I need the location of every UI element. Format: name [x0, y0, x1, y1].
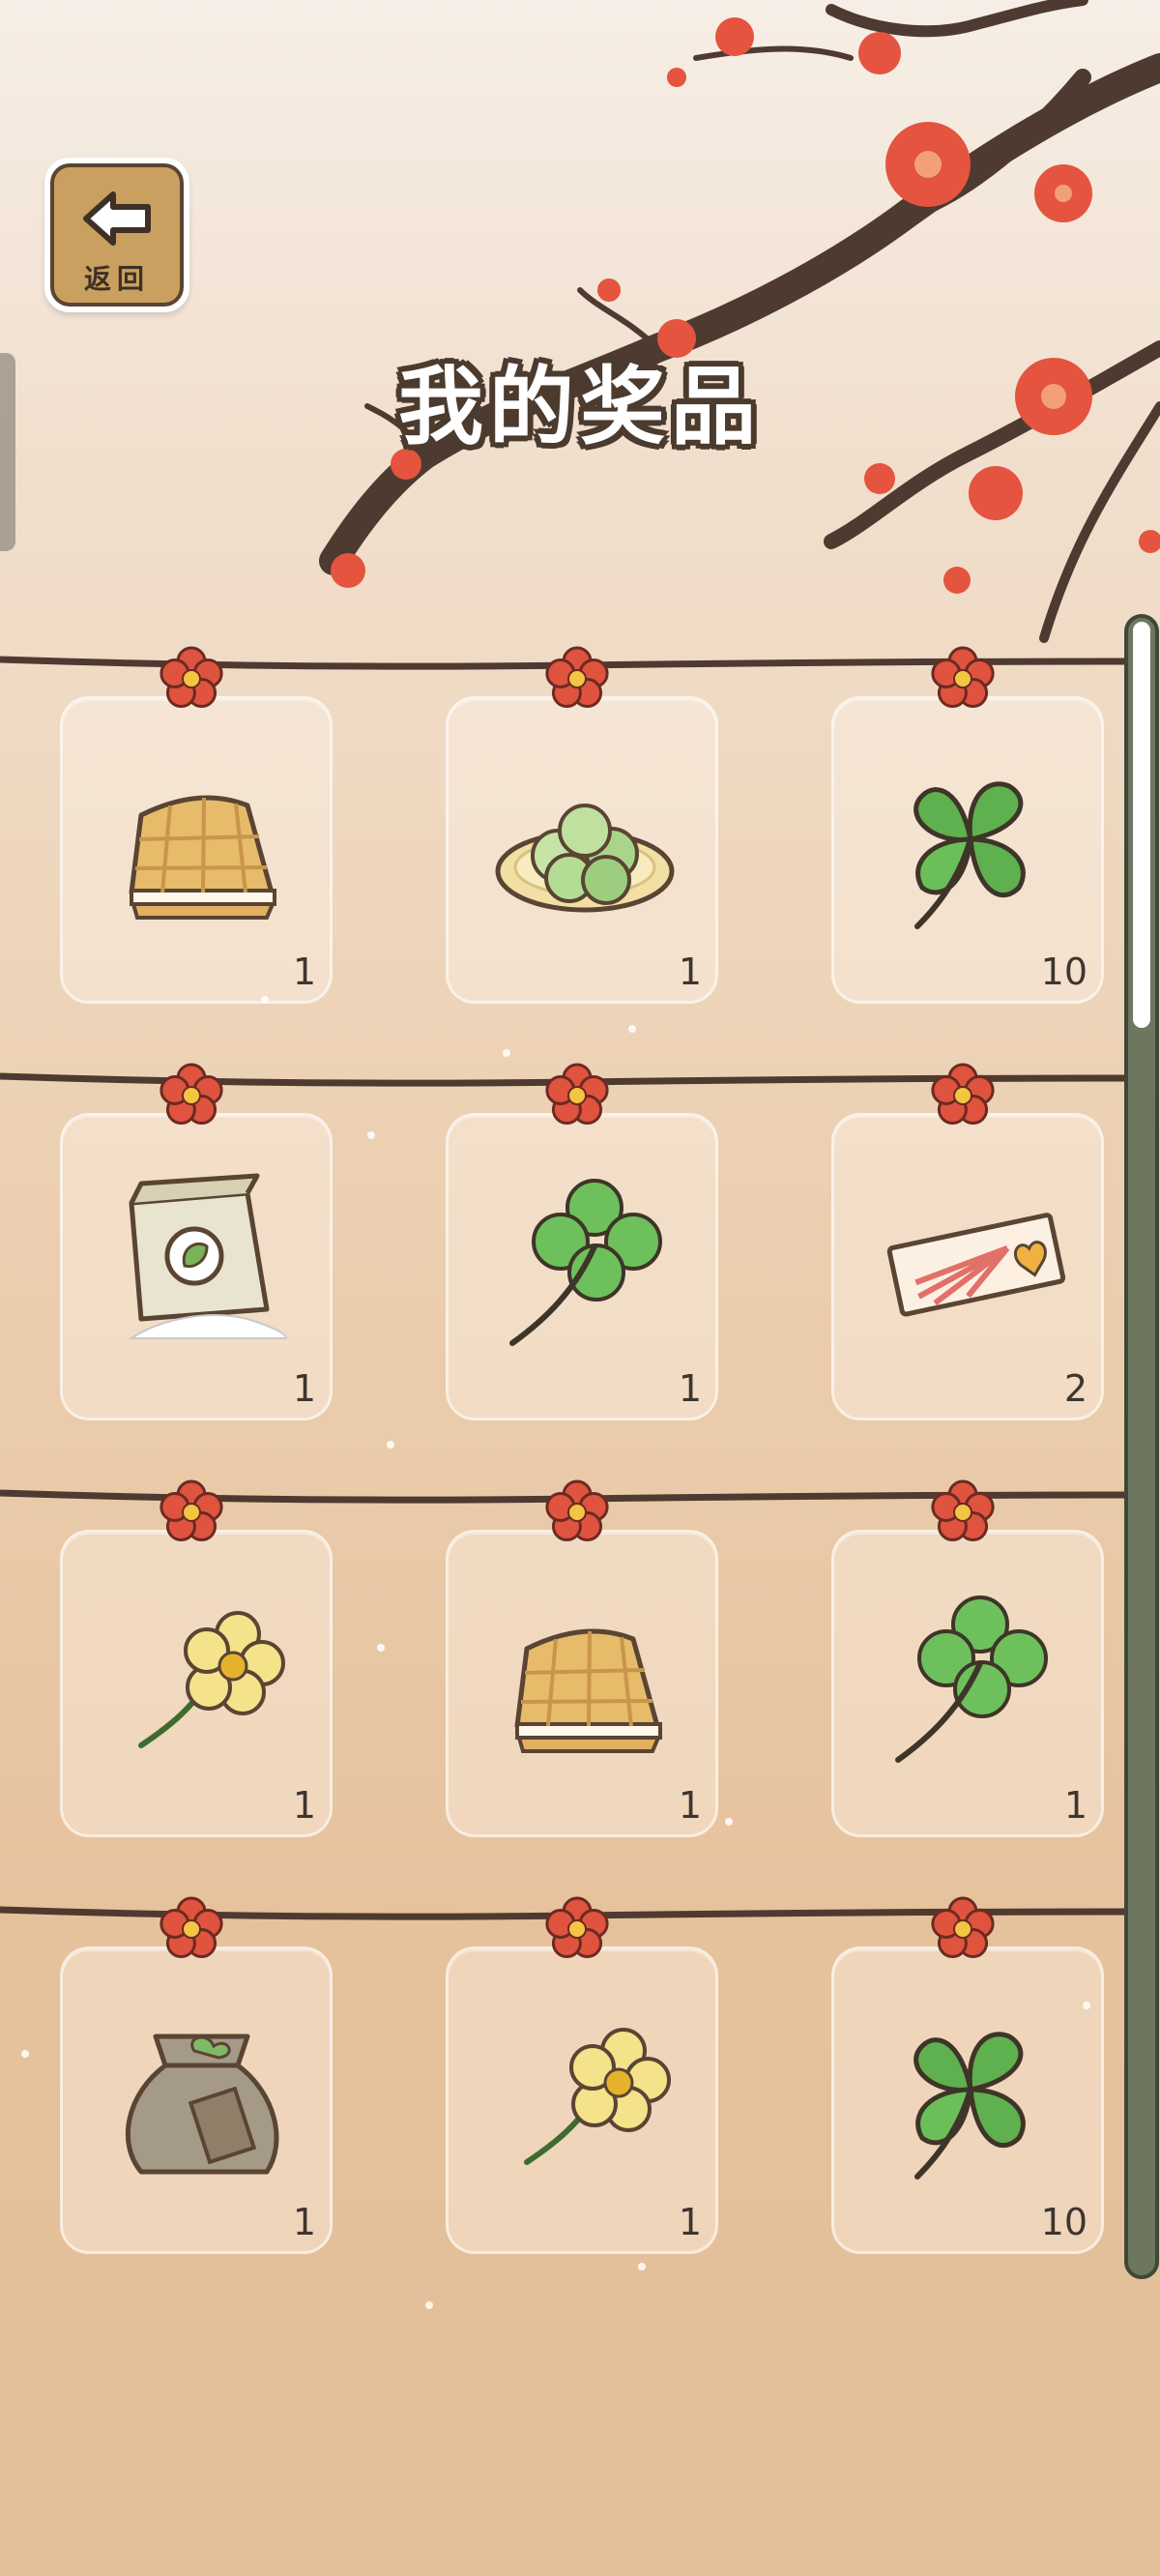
yellow-flower-icon	[138, 1611, 285, 1748]
snow-particle	[21, 2050, 29, 2058]
three-leaf-clover-icon	[914, 781, 1026, 929]
item-count: 1	[292, 1367, 316, 1410]
yellow-flower-icon	[524, 2028, 671, 2165]
blossom-clip-icon	[931, 1063, 995, 1126]
item-card[interactable]: 2	[831, 1113, 1104, 1420]
item-card[interactable]: 10	[831, 1947, 1104, 2254]
blossom-clip-icon	[160, 1896, 223, 1959]
item-count: 1	[292, 1784, 316, 1827]
dumplings-plate-icon	[495, 804, 675, 913]
item-count: 1	[678, 951, 702, 993]
blossom-clip-icon	[931, 646, 995, 709]
item-count: 10	[1040, 2201, 1088, 2243]
three-leaf-clover-icon	[914, 2032, 1026, 2180]
item-card[interactable]: 1	[60, 1947, 333, 2254]
blossom-clip-icon	[545, 646, 609, 709]
item-card[interactable]: 1	[446, 1113, 718, 1420]
item-card[interactable]: 1	[60, 1113, 333, 1420]
item-count: 1	[678, 2201, 702, 2243]
blossom-clip-icon	[545, 1479, 609, 1542]
snow-particle	[725, 1818, 733, 1826]
blossom-clip-icon	[545, 1063, 609, 1126]
item-count: 1	[678, 1784, 702, 1827]
blossom-clip-icon	[545, 1896, 609, 1959]
back-button-label: 返回	[83, 263, 150, 295]
snow-particle	[628, 1025, 636, 1033]
snow-particle	[503, 1049, 510, 1057]
snow-particle	[377, 1644, 385, 1652]
scrollbar-thumb[interactable]	[1133, 622, 1150, 1028]
blossom-clip-icon	[160, 646, 223, 709]
item-card[interactable]: 1	[446, 696, 718, 1004]
item-count: 1	[292, 2201, 316, 2243]
item-card[interactable]: 1	[831, 1530, 1104, 1837]
item-count: 10	[1040, 951, 1088, 993]
snow-particle	[425, 2301, 433, 2309]
snow-particle	[367, 1131, 375, 1139]
item-card[interactable]: 1	[60, 696, 333, 1004]
scrollbar[interactable]	[1124, 614, 1159, 2279]
item-card[interactable]: 1	[446, 1530, 718, 1837]
back-button[interactable]: 返回	[44, 158, 189, 312]
arrow-left-icon	[83, 191, 151, 246]
page-title: 我的奖品	[397, 357, 762, 456]
blossom-clip-icon	[931, 1479, 995, 1542]
item-count: 1	[678, 1367, 702, 1410]
waffle-icon	[129, 795, 276, 920]
item-count: 2	[1063, 1367, 1088, 1410]
blossom-clip-icon	[931, 1896, 995, 1959]
item-count: 1	[1063, 1784, 1088, 1827]
item-card[interactable]: 10	[831, 696, 1104, 1004]
waffle-icon	[514, 1628, 662, 1753]
snow-particle	[261, 996, 269, 1004]
snow-particle	[387, 1441, 394, 1449]
seed-bag-icon	[125, 2034, 279, 2175]
item-card[interactable]: 1	[60, 1530, 333, 1837]
item-count: 1	[292, 951, 316, 993]
flour-bag-icon	[128, 1173, 288, 1339]
ticket-icon	[886, 1213, 1066, 1317]
blossom-clip-icon	[160, 1479, 223, 1542]
blossom-clip-icon	[160, 1063, 223, 1126]
item-card[interactable]: 1	[446, 1947, 718, 2254]
snow-particle	[638, 2263, 646, 2270]
snow-particle	[1083, 2002, 1090, 2009]
four-leaf-clover-icon	[509, 1179, 662, 1346]
four-leaf-clover-icon	[895, 1595, 1048, 1763]
